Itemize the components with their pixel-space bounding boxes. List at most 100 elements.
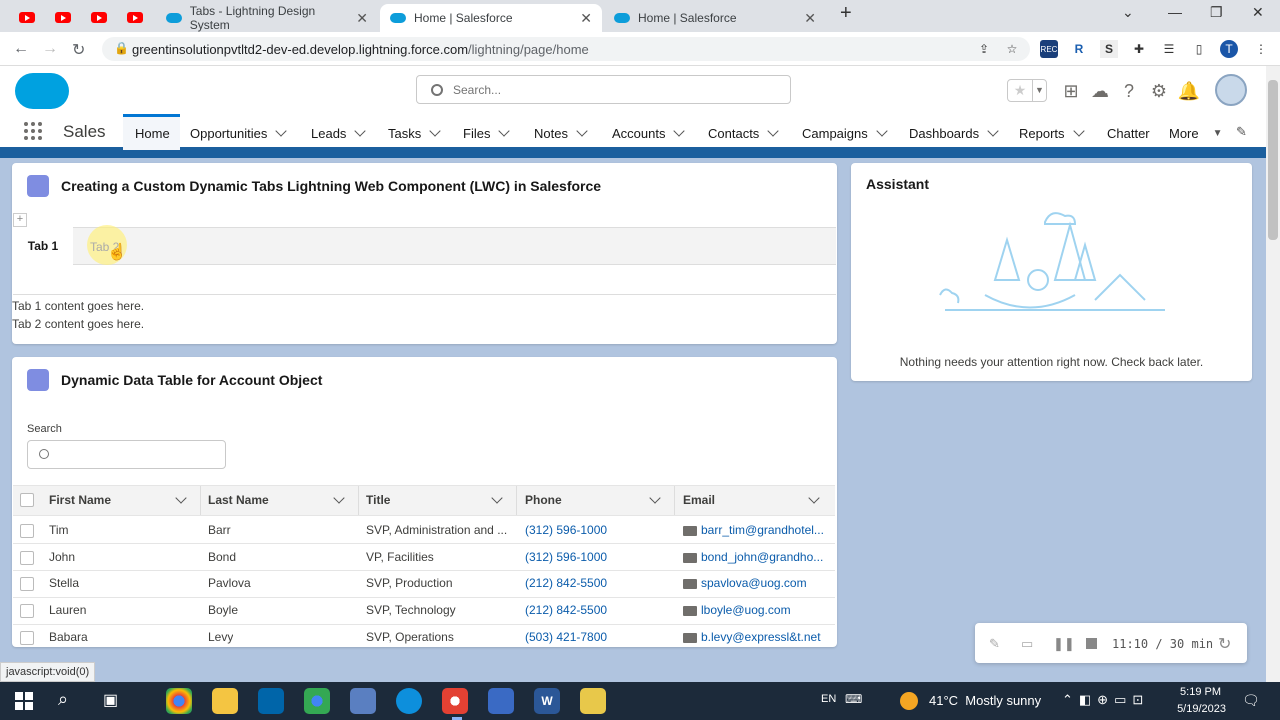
nav-item-home[interactable]: Home [135,124,170,142]
close-icon[interactable]: ✕ [804,10,816,27]
cell-email-link[interactable]: b.levy@expressl&t.net [701,630,829,644]
app-icon[interactable] [580,688,606,714]
browser-tab-home[interactable]: Home | Salesforce ✕ [604,4,826,32]
chevron-down-icon[interactable] [987,125,999,137]
app-launcher-icon[interactable] [24,122,42,140]
scrollbar-thumb[interactable] [1268,80,1278,240]
window-close-button[interactable]: ✕ [1252,4,1264,21]
nav-item-reports[interactable]: Reports [1019,124,1085,142]
browser-tab-lds[interactable]: Tabs - Lightning Design System ✕ [156,4,378,32]
cell-phone-link[interactable]: (312) 596-1000 [525,523,607,537]
extensions-puzzle-icon[interactable]: ✚ [1130,40,1148,58]
cell-phone-link[interactable]: (212) 842-5500 [525,576,607,590]
salesforce-logo[interactable] [15,73,69,109]
column-header-phone[interactable]: Phone [525,493,562,507]
chevron-down-icon[interactable] [429,125,441,137]
cell-email-link[interactable]: lboyle@uog.com [701,603,829,617]
windows-start-icon[interactable] [15,692,33,710]
global-actions-icon[interactable]: ⊞ [1060,80,1082,102]
nav-item-dashboards[interactable]: Dashboards [909,124,999,142]
vscode-icon[interactable] [258,688,284,714]
column-header-email[interactable]: Email [683,493,715,507]
nav-item-notes[interactable]: Notes [534,124,588,142]
youtube-tab[interactable] [48,6,78,28]
chrome-profile-icon[interactable] [304,688,330,714]
close-icon[interactable]: ✕ [580,10,592,27]
chevron-down-icon[interactable] [498,125,511,137]
column-header-last-name[interactable]: Last Name [208,493,269,507]
system-tray-icons[interactable]: ⌃◧⊕▭⊡ [1062,692,1149,708]
eraser-icon[interactable]: ▭ [1021,636,1033,652]
column-divider[interactable] [674,486,675,515]
nav-item-leads[interactable]: Leads [311,124,367,142]
weather-text[interactable]: 41°C Mostly sunny [929,693,1041,708]
chevron-down-icon[interactable] [354,125,367,137]
search-icon[interactable]: ⌕ [58,689,68,710]
chevron-down-icon[interactable] [576,125,588,137]
column-divider[interactable] [516,486,517,515]
row-checkbox[interactable] [20,631,34,645]
cell-phone-link[interactable]: (212) 842-5500 [525,603,607,617]
url-bar[interactable]: 🔒 greentinsolutionpvtltd2-dev-ed.develop… [102,37,1030,61]
app-icon[interactable] [488,688,514,714]
chevron-down-icon[interactable] [876,125,888,137]
notification-center-icon[interactable]: 🗨 [1242,692,1260,709]
forward-icon[interactable]: → [42,40,58,58]
nav-item-opportunities[interactable]: Opportunities [190,124,287,142]
chevron-down-icon[interactable] [1072,125,1085,137]
column-divider[interactable] [200,486,201,515]
side-panel-icon[interactable]: ▯ [1190,40,1208,58]
reading-list-icon[interactable]: ☰ [1160,40,1178,58]
add-tab-icon[interactable]: + [13,213,27,227]
favorites-button[interactable]: ★ ▼ [1007,79,1047,102]
maximize-button[interactable]: ❐ [1210,4,1223,21]
browser-tab-home-active[interactable]: Home | Salesforce ✕ [380,4,602,32]
cell-email-link[interactable]: barr_tim@grandhotel... [701,523,829,537]
edit-nav-pencil-icon[interactable]: ✎ [1236,124,1247,140]
stop-icon[interactable] [1086,638,1097,649]
bookmark-star-icon[interactable]: ☆ [1003,40,1021,58]
chevron-down-icon[interactable] [767,125,779,137]
user-avatar[interactable] [1215,74,1247,106]
chrome-active-icon[interactable] [442,688,468,714]
app-icon[interactable] [350,688,376,714]
pause-icon[interactable]: ❚❚ [1053,636,1075,652]
nav-item-accounts[interactable]: Accounts [612,124,686,142]
nav-item-contacts[interactable]: Contacts [708,124,779,142]
edge-icon[interactable] [396,688,422,714]
youtube-tab[interactable] [120,6,150,28]
clock-date[interactable]: 5/19/2023 [1170,703,1226,715]
global-search-input[interactable]: Search... [416,75,791,104]
cell-email-link[interactable]: spavlova@uog.com [701,576,829,590]
file-explorer-icon[interactable] [212,688,238,714]
chevron-down-icon[interactable] [673,125,686,137]
chevron-down-icon[interactable] [275,125,287,137]
column-header-first-name[interactable]: First Name [49,493,111,507]
new-tab-button[interactable]: + [840,2,852,25]
row-checkbox[interactable] [20,524,34,538]
language-indicator[interactable]: EN [821,693,836,705]
setup-gear-icon[interactable]: ⚙ [1148,80,1170,102]
reload-icon[interactable]: ↻ [72,40,85,60]
minimize-button[interactable]: — [1168,4,1182,20]
nav-item-chatter[interactable]: Chatter [1107,124,1150,142]
select-all-checkbox[interactable] [20,493,34,507]
youtube-tab[interactable] [12,6,42,28]
column-header-title[interactable]: Title [366,493,390,507]
keyboard-icon[interactable]: ⌨ [845,692,862,706]
clock-time[interactable]: 5:19 PM [1175,686,1221,698]
nav-item-campaigns[interactable]: Campaigns [802,124,888,142]
cell-phone-link[interactable]: (312) 596-1000 [525,550,607,564]
extension-r-icon[interactable]: R [1070,40,1088,58]
help-icon[interactable]: ? [1118,80,1140,102]
cell-phone-link[interactable]: (503) 421-7800 [525,630,607,644]
nav-item-more[interactable]: More ▼ [1169,124,1223,142]
rec-extension-icon[interactable]: REC [1040,40,1058,58]
nav-item-tasks[interactable]: Tasks [388,124,441,142]
word-icon[interactable]: W [534,688,560,714]
chrome-icon[interactable] [166,688,192,714]
close-icon[interactable]: ✕ [356,10,368,27]
cell-email-link[interactable]: bond_john@grandho... [701,550,829,564]
trailhead-icon[interactable]: ☁ [1089,80,1111,102]
extension-s-icon[interactable]: S [1100,40,1118,58]
